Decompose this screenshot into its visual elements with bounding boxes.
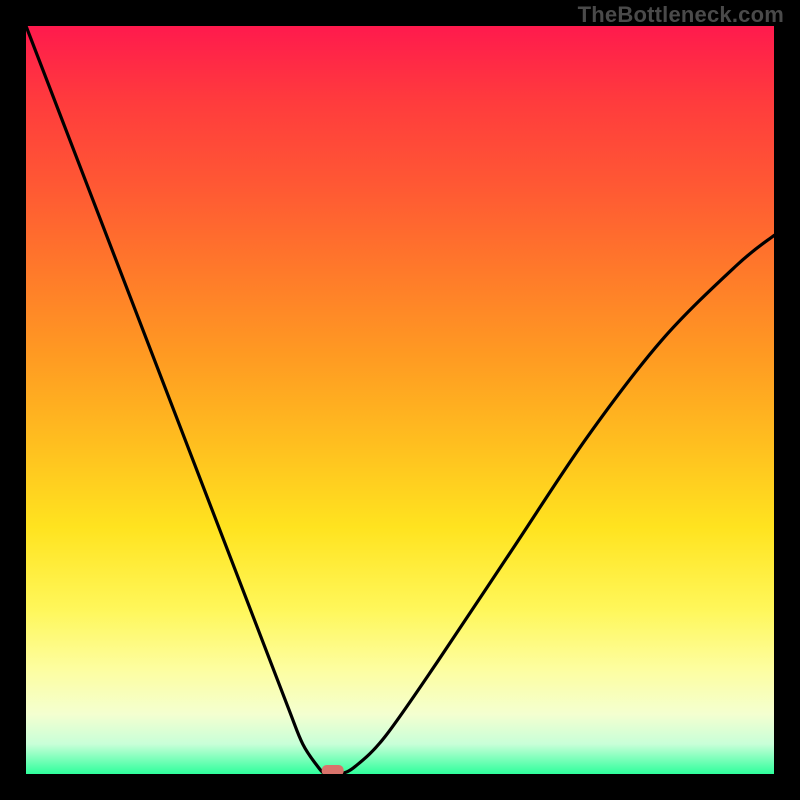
plot-area [26,26,774,774]
minimum-marker [322,765,344,774]
watermark-text: TheBottleneck.com [578,2,784,28]
chart-frame: TheBottleneck.com [0,0,800,800]
bottleneck-curve [26,26,774,774]
curve-path [26,26,774,774]
